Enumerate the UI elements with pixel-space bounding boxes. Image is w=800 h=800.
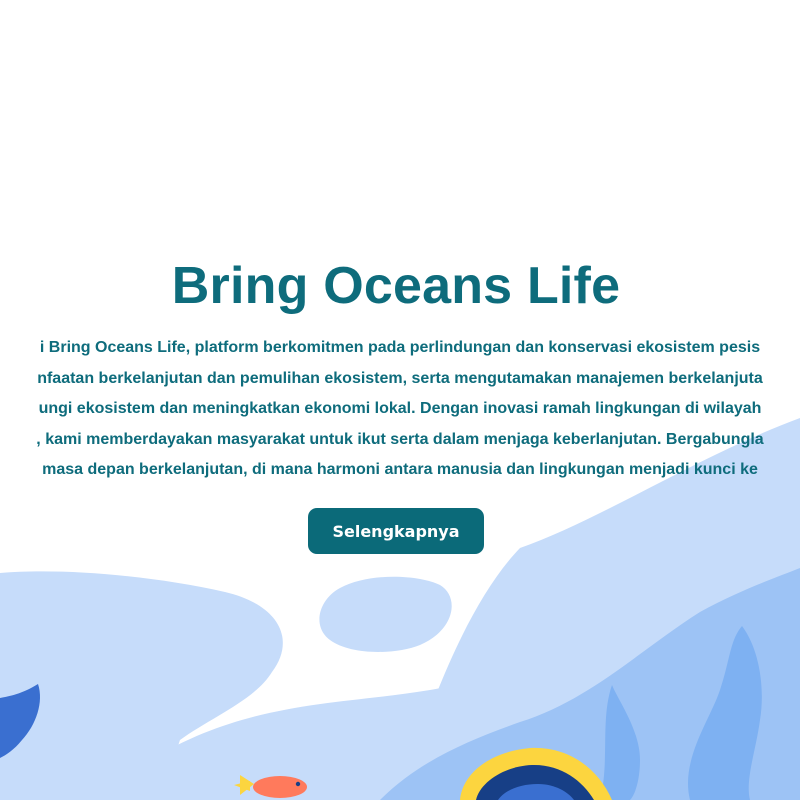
hero-description-line: masa depan berkelanjutan, di mana harmon… xyxy=(42,461,758,478)
hero-description-line: ungi ekosistem dan meningkatkan ekonomi … xyxy=(38,400,762,417)
hero-description: i Bring Oceans Life, platform berkomitme… xyxy=(0,333,800,486)
hero-title: Bring Oceans Life xyxy=(171,257,621,315)
hero-section: Bring Oceans Life i Bring Oceans Life, p… xyxy=(0,0,800,800)
hero-description-line: i Bring Oceans Life, platform berkomitme… xyxy=(39,339,761,356)
learn-more-button[interactable]: Selengkapnya xyxy=(308,508,484,554)
hero-description-line: , kami memberdayakan masyarakat untuk ik… xyxy=(36,430,764,448)
hero-description-line: nfaatan berkelanjutan dan pemulihan ekos… xyxy=(37,369,763,387)
